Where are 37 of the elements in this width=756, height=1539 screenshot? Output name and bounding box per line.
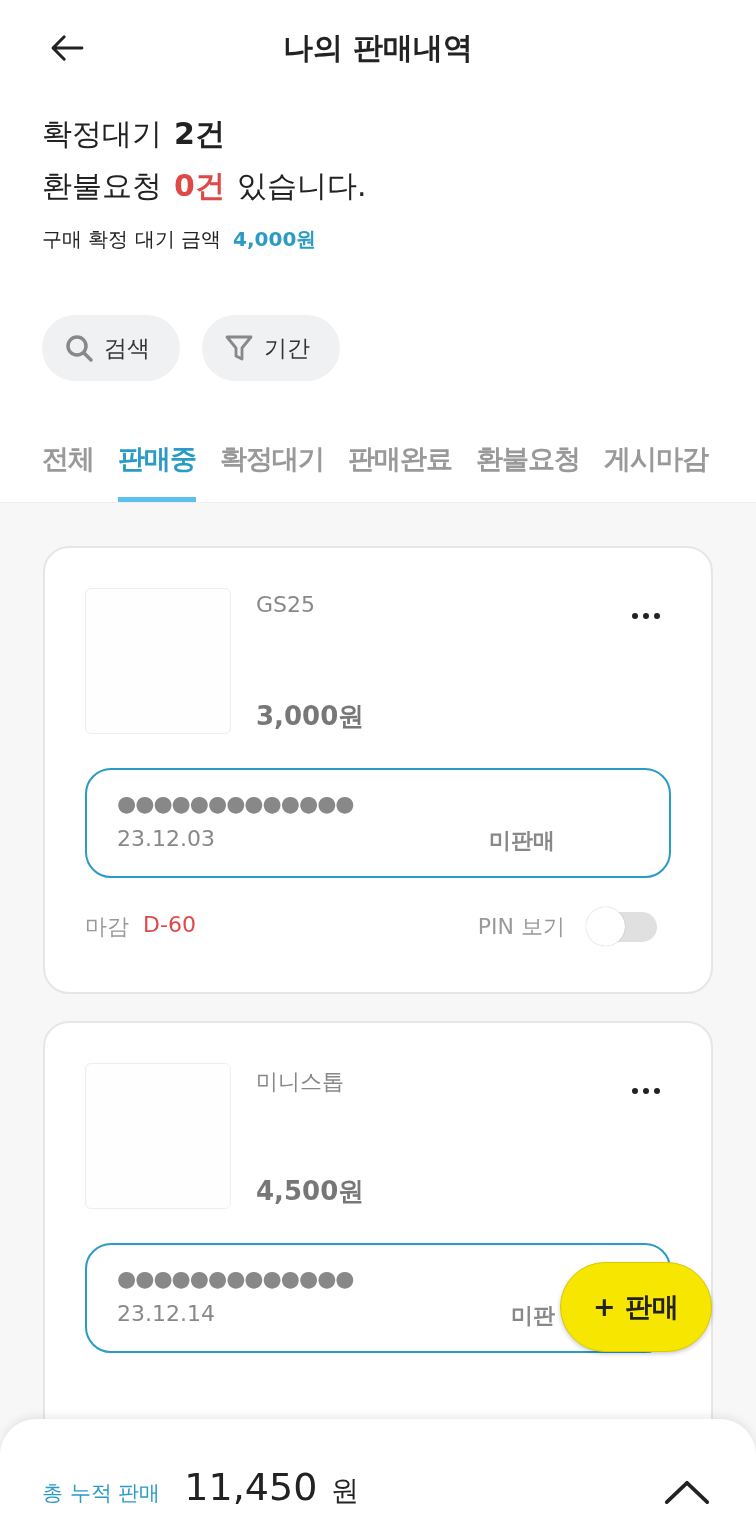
sale-status: 미판매 <box>489 827 555 855</box>
pin-toggle[interactable] <box>585 906 657 948</box>
total-unit: 원 <box>331 1472 360 1509</box>
more-icon[interactable] <box>631 1087 661 1095</box>
page-title: 나의 판매내역 <box>281 28 475 67</box>
masked-pin: ●●●●●●●●●●●●● <box>117 790 355 818</box>
pending-label: 확정대기 <box>42 115 162 153</box>
pin-date: 23.12.14 <box>117 1301 215 1328</box>
tab[interactable]: 판매완료 <box>348 441 452 502</box>
refund-count: 0건 <box>174 167 225 205</box>
deadline-label: 마감 <box>85 913 129 941</box>
masked-pin: ●●●●●●●●●●●●● <box>117 1265 355 1293</box>
item-name: 미니스톱 <box>256 1068 345 1096</box>
tab[interactable]: 전체 <box>42 441 94 502</box>
pin-date: 23.12.03 <box>117 826 215 853</box>
tab[interactable]: 게시마감 <box>604 441 708 502</box>
filter-button[interactable]: 기간 <box>202 315 340 381</box>
tab[interactable]: 환불요청 <box>476 441 580 502</box>
total-label: 총 누적 판매 <box>42 1479 161 1507</box>
item-name: GS25 <box>256 592 316 617</box>
more-icon[interactable] <box>631 612 661 620</box>
total-amount: 11,450 <box>184 1464 318 1509</box>
chevron-up-icon[interactable] <box>664 1479 710 1505</box>
amount-value: 4,000원 <box>233 226 317 253</box>
refund-label: 환불요청 <box>42 167 162 205</box>
sale-status: 미판 <box>511 1302 555 1330</box>
search-button[interactable]: 검색 <box>42 315 180 381</box>
tab[interactable]: 확정대기 <box>220 441 324 502</box>
item-price: 3,000원 <box>256 700 366 733</box>
amount-label: 구매 확정 대기 금액 <box>42 226 222 253</box>
item-price: 4,500원 <box>256 1175 366 1208</box>
filter-icon <box>224 333 254 363</box>
pending-count: 2건 <box>174 115 225 153</box>
pin-toggle-label: PIN 보기 <box>477 913 565 941</box>
deadline-value: D-60 <box>143 912 196 939</box>
refund-suffix: 있습니다. <box>236 167 367 205</box>
search-icon <box>64 333 94 363</box>
